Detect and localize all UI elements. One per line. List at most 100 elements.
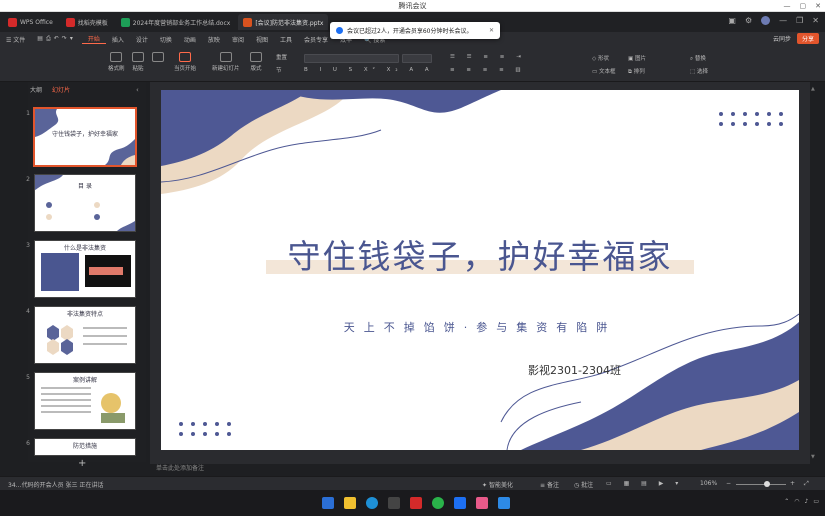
menu-home[interactable]: 开始 xyxy=(81,34,106,44)
volume-icon[interactable]: ♪ xyxy=(804,498,808,505)
tab-slides[interactable]: 幻灯片 xyxy=(52,85,70,94)
restore-icon[interactable]: ❐ xyxy=(796,16,803,25)
menu-design[interactable]: 设计 xyxy=(130,35,154,44)
tab-wps-office[interactable]: WPS Office xyxy=(3,14,58,30)
close-icon[interactable]: ✕ xyxy=(815,0,821,12)
wechat-icon[interactable] xyxy=(432,497,444,509)
app-icon[interactable] xyxy=(498,497,510,509)
brush-icon xyxy=(110,52,123,62)
window-layout-icon[interactable]: ▣ xyxy=(728,16,736,25)
vertical-scrollbar[interactable]: ▲ ▼ xyxy=(810,82,816,464)
slide-thumbnail-5[interactable]: 案例讲解 xyxy=(34,372,136,430)
layout-icon xyxy=(250,52,262,62)
thumbnail-title: 案例讲解 xyxy=(72,377,97,384)
slide-thumbnail-2[interactable]: 目 录 xyxy=(34,174,136,232)
notes-toggle-button[interactable]: ≡ 备注 xyxy=(540,480,559,489)
menu-tools[interactable]: 工具 xyxy=(274,35,298,44)
slide-thumbnail-1[interactable]: 守住钱袋子，护好幸福家 xyxy=(33,107,137,167)
shape-button[interactable]: ◇ 形状 xyxy=(592,54,609,62)
menu-animation[interactable]: 动画 xyxy=(178,35,202,44)
start-from-current-button[interactable]: 当页开始 xyxy=(174,52,196,72)
zoom-out-icon[interactable]: − xyxy=(726,480,731,487)
cut-button[interactable] xyxy=(152,52,164,64)
thumbnail-title: 守住钱袋子，护好幸福家 xyxy=(51,131,118,138)
align-buttons[interactable]: ≡ ≡ ≡ ≡ ▥ xyxy=(450,67,526,73)
thumbnail-title: 什么是非法集资 xyxy=(63,245,106,252)
tray-chevron-icon[interactable]: ⌃ xyxy=(784,498,789,505)
text-format-buttons[interactable]: B I U S X² X₂ A A xyxy=(304,67,434,73)
slide-thumbnail-4[interactable]: 非法集资特点 xyxy=(34,306,136,364)
menu-member[interactable]: 会员专享 xyxy=(298,35,334,44)
smart-beautify-button[interactable]: ✦ 智能美化 xyxy=(482,480,513,489)
start-icon[interactable] xyxy=(322,497,334,509)
cloud-sync-button[interactable]: 云同步 xyxy=(773,34,791,43)
slide-thumbnail-6[interactable]: 防范措施 xyxy=(34,438,136,456)
tab-pptx-file[interactable]: [会议]防范非法集资.pptx xyxy=(238,14,329,30)
battery-icon[interactable]: ▭ xyxy=(813,498,819,505)
paragraph-buttons[interactable]: ☰ ☰ ≡ ≡ ⇥ xyxy=(450,54,526,60)
tab-docx-file[interactable]: 2024年度营销部业务工作总结.docx xyxy=(116,14,236,30)
tab-outline[interactable]: 大纲 xyxy=(30,85,42,94)
slide-thumbnail-3[interactable]: 什么是非法集资 xyxy=(34,240,136,298)
layout-button[interactable]: 版式 xyxy=(250,52,262,72)
reset-button[interactable]: 重置 xyxy=(276,53,287,61)
comments-toggle-button[interactable]: ◷ 批注 xyxy=(574,480,593,489)
arrange-button[interactable]: ⧉ 排列 xyxy=(628,67,645,76)
collapse-panel-icon[interactable]: ‹ xyxy=(136,86,139,94)
zoom-slider-knob[interactable] xyxy=(764,481,770,487)
zoom-level[interactable]: 106% xyxy=(700,480,717,487)
picture-button[interactable]: ▣ 图片 xyxy=(628,54,646,62)
slide-title[interactable]: 守住钱袋子，护好幸福家 xyxy=(161,230,799,278)
file-explorer-icon[interactable] xyxy=(344,497,356,509)
new-slide-button[interactable]: 新建幻灯片 xyxy=(212,52,240,72)
edge-browser-icon[interactable] xyxy=(366,497,378,509)
close-icon[interactable]: ✕ xyxy=(489,27,494,34)
paste-button[interactable]: 粘贴 xyxy=(132,52,144,72)
menu-view[interactable]: 视图 xyxy=(250,35,274,44)
select-button[interactable]: ⬚ 选择 xyxy=(690,67,708,75)
font-size-select[interactable] xyxy=(402,54,432,63)
add-slide-icon[interactable]: + xyxy=(78,458,86,469)
maximize-icon[interactable]: ▢ xyxy=(800,0,807,12)
avatar[interactable] xyxy=(761,16,771,25)
app-icon[interactable] xyxy=(476,497,488,509)
menu-insert[interactable]: 插入 xyxy=(106,35,130,44)
fit-window-icon[interactable]: ⤢ xyxy=(804,480,809,488)
section-button[interactable]: 节 xyxy=(276,66,282,74)
slide-canvas[interactable]: 守住钱袋子，护好幸福家 天上不掉馅饼·参与集资有陷阱 影视2301-2304班 xyxy=(161,90,799,450)
menu-review[interactable]: 审阅 xyxy=(226,35,250,44)
info-icon xyxy=(336,27,343,34)
replace-button[interactable]: ⌕ 替换 xyxy=(690,54,706,63)
class-label[interactable]: 影视2301-2304班 xyxy=(528,362,621,378)
zoom-in-icon[interactable]: + xyxy=(790,480,795,487)
scroll-down-icon[interactable]: ▼ xyxy=(811,454,815,460)
quick-access-icons[interactable]: ▤⎙↶↷▾ xyxy=(31,35,82,43)
tab-template-store[interactable]: 找稻壳模板 xyxy=(61,14,113,30)
scroll-up-icon[interactable]: ▲ xyxy=(811,86,815,92)
close-icon[interactable]: ✕ xyxy=(812,16,819,25)
minimize-icon[interactable]: — xyxy=(779,16,787,25)
menu-file[interactable]: ☰ 文件 xyxy=(0,35,31,44)
textbox-button[interactable]: ▭ 文本框 xyxy=(592,67,615,75)
slide-subtitle[interactable]: 天上不掉馅饼·参与集资有陷阱 xyxy=(161,319,799,335)
meeting-title: 腾讯会议 xyxy=(398,2,427,10)
view-mode-buttons[interactable]: ▭ ▦ ▤ ▶ ▾ xyxy=(606,480,683,487)
zoom-slider[interactable] xyxy=(736,484,786,485)
wps-taskbar-icon[interactable] xyxy=(410,497,422,509)
font-family-select[interactable] xyxy=(304,54,399,63)
app-icon[interactable] xyxy=(388,497,400,509)
doc-file-icon xyxy=(120,17,130,27)
meeting-app-icon[interactable] xyxy=(454,497,466,509)
tab-label: 找稻壳模板 xyxy=(77,19,108,27)
share-button[interactable]: 分享 xyxy=(796,33,819,44)
menu-transition[interactable]: 切换 xyxy=(154,35,178,44)
notes-area[interactable]: 单击此处添加备注 xyxy=(150,464,816,474)
format-painter-button[interactable]: 格式刷 xyxy=(108,52,125,72)
slide-number: 1 xyxy=(26,110,30,117)
ribbon-label: 重置 xyxy=(276,55,288,61)
speaker-indicator: 34…代码的开会人员 张三 正在讲话 xyxy=(8,482,104,489)
menu-slideshow[interactable]: 放映 xyxy=(202,35,226,44)
minimize-icon[interactable]: — xyxy=(784,0,791,12)
settings-icon[interactable]: ⚙ xyxy=(745,16,752,25)
network-icon[interactable]: ◠ xyxy=(794,498,799,505)
